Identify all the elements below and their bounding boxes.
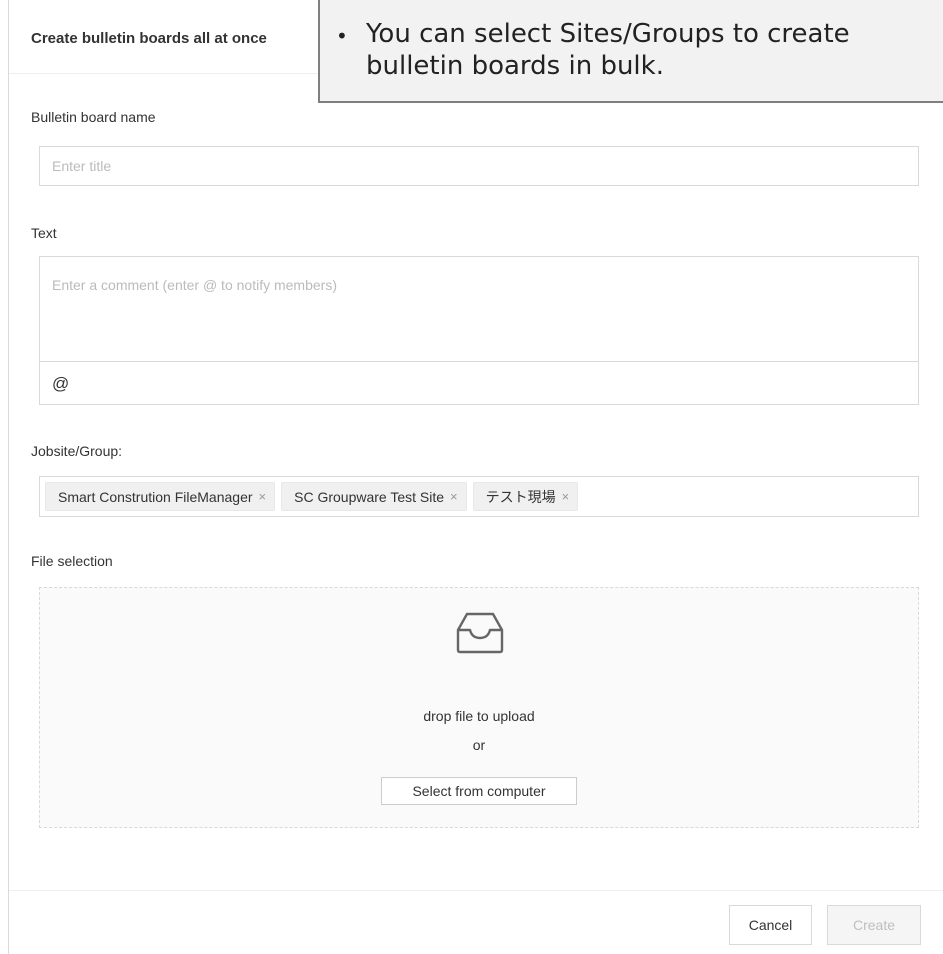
drop-file-text: drop file to upload (423, 708, 535, 724)
name-label: Bulletin board name (31, 109, 156, 125)
callout-bullet: • (336, 24, 348, 48)
create-button[interactable]: Create (827, 905, 921, 945)
mention-toolbar: @ (39, 361, 919, 405)
jobsite-tag: SC Groupware Test Site × (281, 482, 467, 511)
comment-textarea[interactable]: Enter a comment (enter @ to notify membe… (39, 256, 919, 362)
modal-title: Create bulletin boards all at once (31, 30, 267, 47)
tag-label: Smart Constrution FileManager (58, 488, 253, 505)
tag-label: テスト現場 (485, 488, 556, 505)
jobsite-label: Jobsite/Group: (31, 443, 123, 459)
file-dropzone[interactable]: drop file to upload or Select from compu… (39, 587, 919, 828)
create-bulletin-modal: Create bulletin boards all at once Bulle… (8, 0, 943, 954)
or-text: or (472, 737, 486, 753)
close-icon[interactable]: × (562, 489, 570, 504)
annotation-callout: • You can select Sites/Groups to create … (318, 0, 943, 103)
modal-footer: Cancel Create (9, 890, 943, 954)
jobsite-tag: テスト現場 × (472, 482, 579, 511)
jobsite-select[interactable]: Smart Constrution FileManager × SC Group… (39, 476, 919, 517)
text-label: Text (31, 225, 57, 241)
mention-at-button[interactable]: @ (52, 374, 69, 394)
close-icon[interactable]: × (259, 489, 267, 504)
select-from-computer-button[interactable]: Select from computer (381, 777, 577, 805)
title-input[interactable]: Enter title (39, 146, 919, 186)
inbox-icon (456, 612, 504, 654)
cancel-button[interactable]: Cancel (729, 905, 812, 945)
tag-label: SC Groupware Test Site (294, 488, 445, 505)
file-selection-label: File selection (31, 553, 113, 569)
close-icon[interactable]: × (450, 489, 458, 504)
callout-text: You can select Sites/Groups to create bu… (366, 19, 850, 81)
jobsite-tag: Smart Constrution FileManager × (45, 482, 276, 511)
